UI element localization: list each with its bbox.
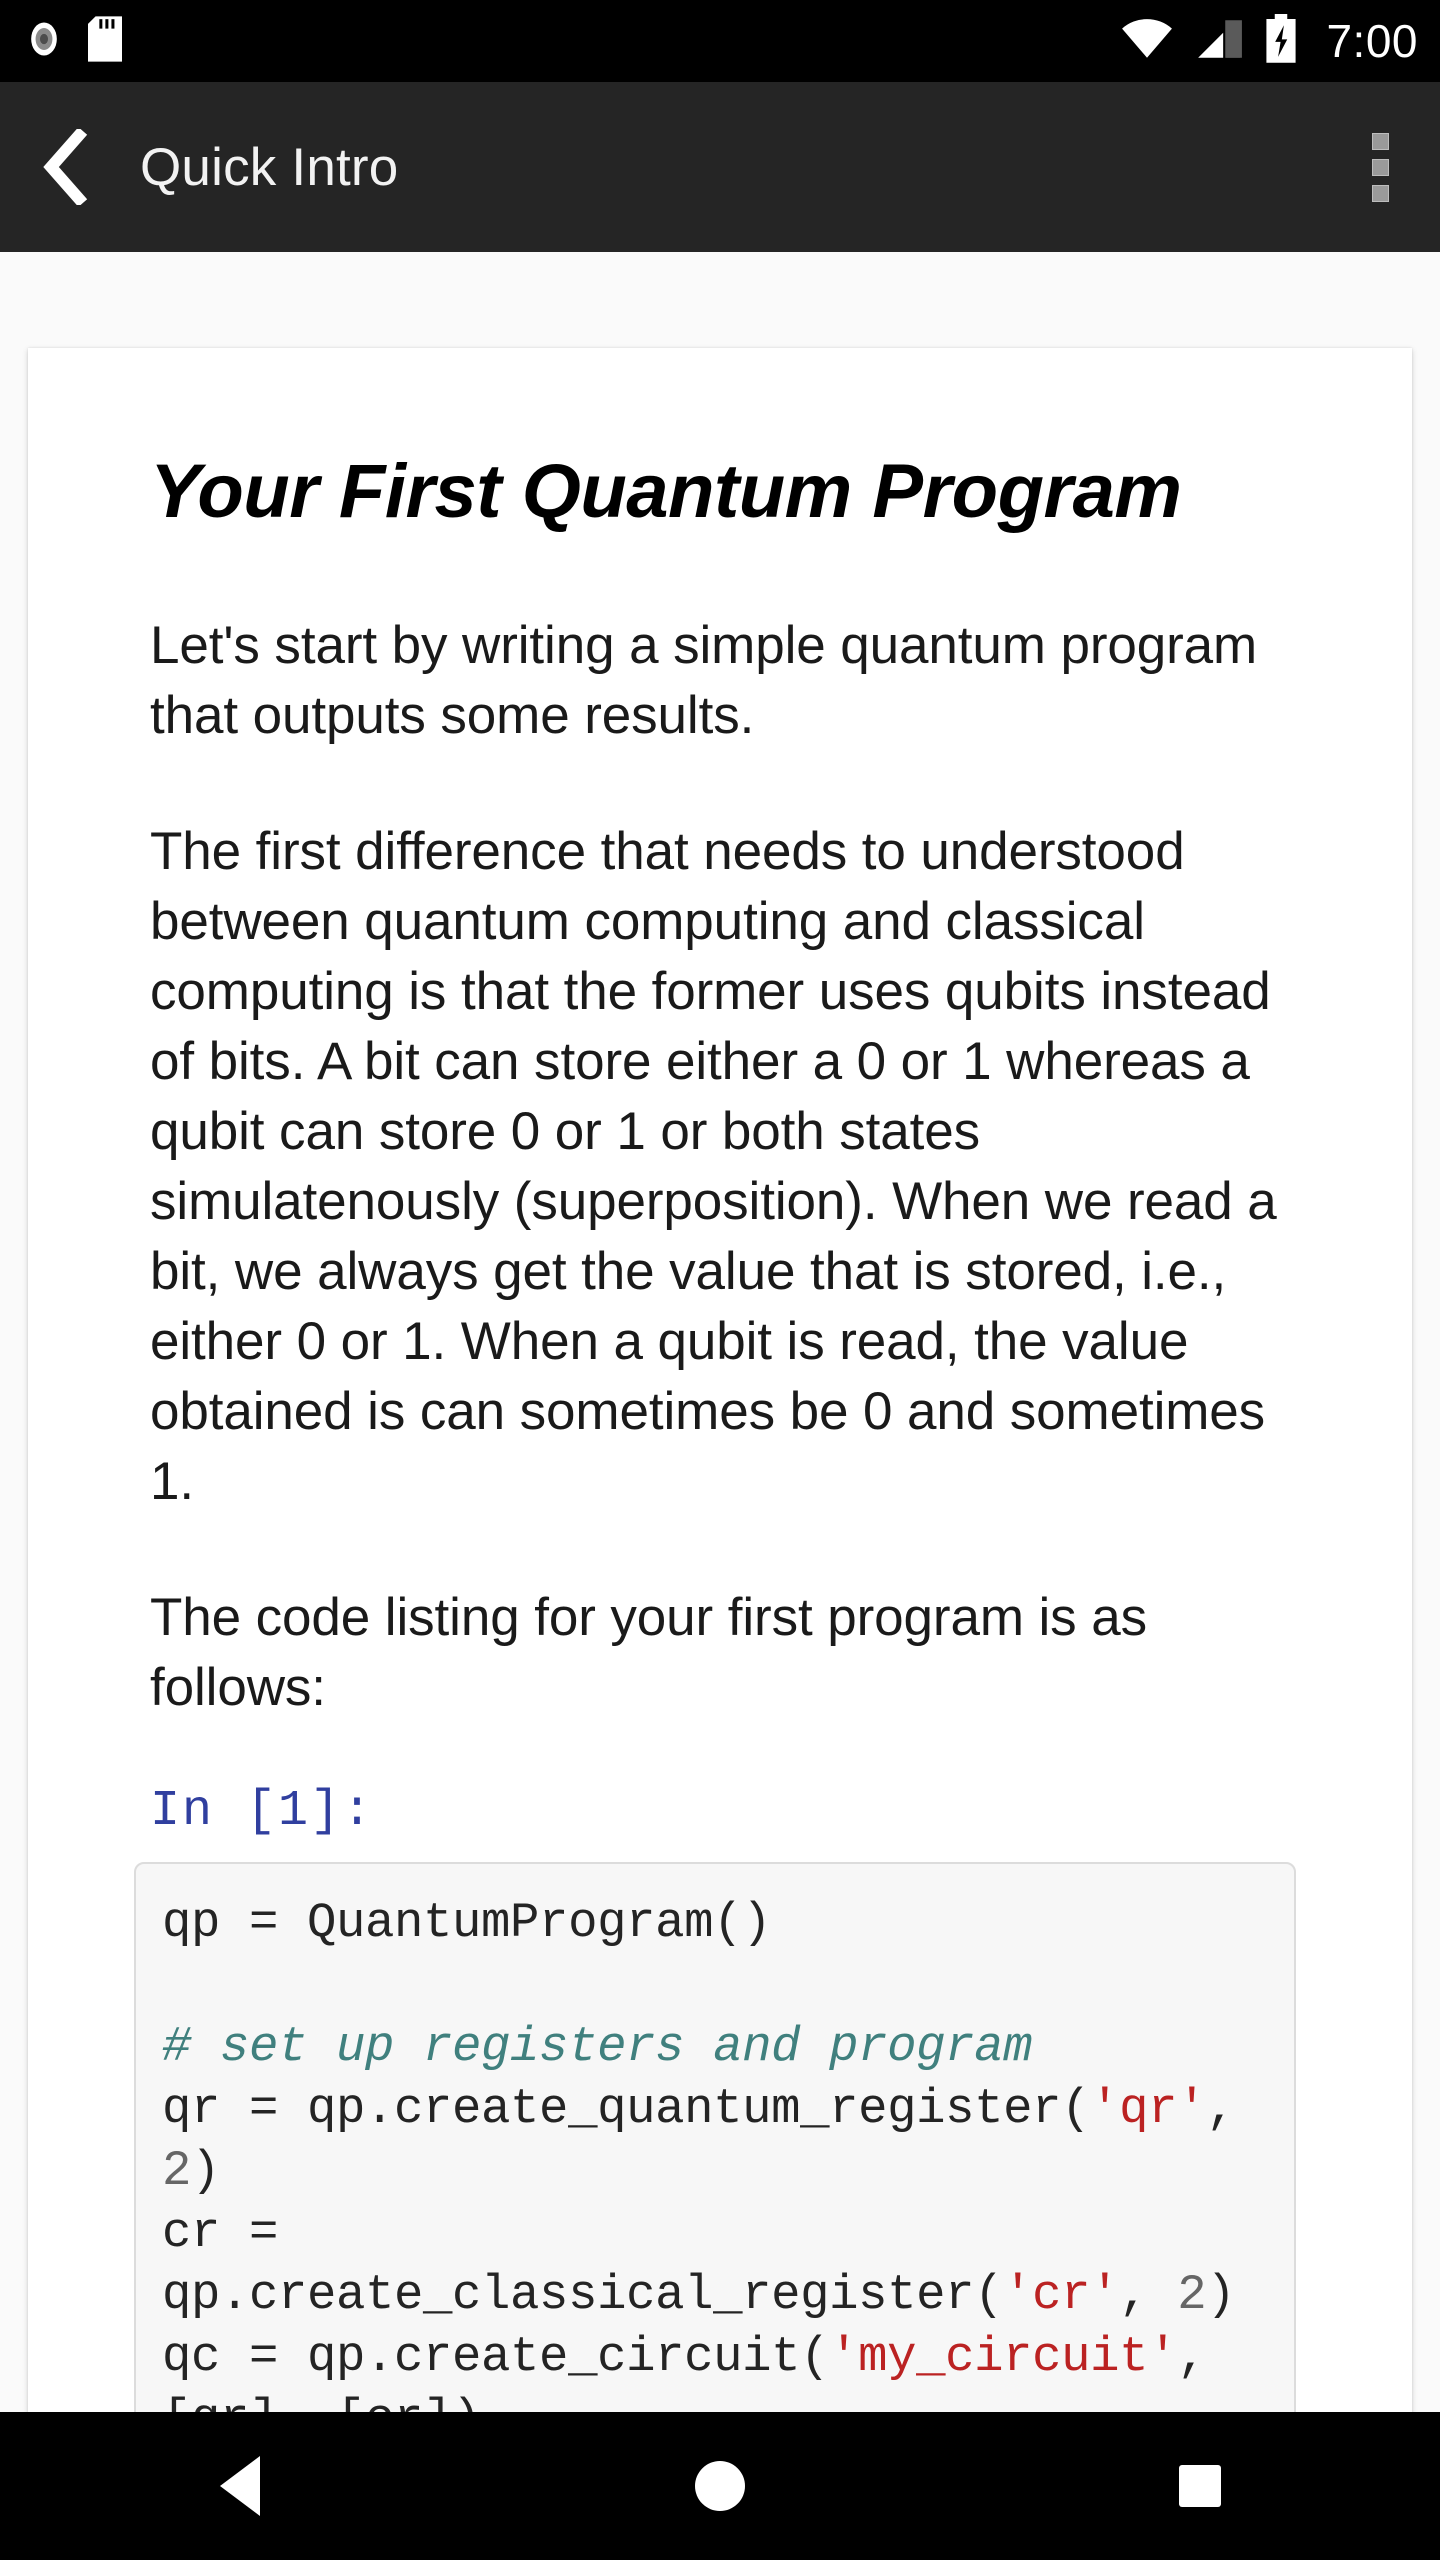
nav-recents-button[interactable] bbox=[1100, 2412, 1300, 2560]
camera-icon bbox=[22, 17, 66, 66]
code-token: ) bbox=[191, 2143, 221, 2199]
code-token: 'cr' bbox=[1003, 2267, 1120, 2323]
code-token: ) bbox=[1206, 2267, 1236, 2323]
code-token: 2 bbox=[162, 2143, 192, 2199]
code-token: qc = qp.create_circuit( bbox=[162, 2329, 830, 2385]
code-token: , bbox=[1206, 2081, 1265, 2137]
code-listing-lead-in: The code listing for your first program … bbox=[150, 1588, 1147, 1717]
lesson-card: Your First Quantum Program Let's start b… bbox=[28, 348, 1412, 2412]
nav-home-button[interactable] bbox=[620, 2412, 820, 2560]
intro-paragraph: Let's start by writing a simple quantum … bbox=[150, 616, 1258, 745]
battery-charging-icon bbox=[1264, 13, 1298, 69]
overflow-dot-icon bbox=[1371, 132, 1389, 150]
overflow-dot-icon bbox=[1371, 158, 1389, 176]
page-title: Quick Intro bbox=[140, 137, 399, 197]
wifi-icon bbox=[1120, 17, 1174, 66]
home-circle-icon bbox=[695, 2461, 745, 2511]
code-token: 2 bbox=[1177, 2267, 1207, 2323]
code-token: qp = QuantumProgram() bbox=[162, 1895, 772, 1951]
code-token: qr = qp.create_quantum_register( bbox=[162, 2081, 1091, 2137]
sd-card-icon bbox=[88, 15, 122, 67]
content-scroll-area[interactable]: Your First Quantum Program Let's start b… bbox=[0, 252, 1440, 2412]
code-token: 'qr' bbox=[1090, 2081, 1207, 2137]
overflow-dot-icon bbox=[1371, 184, 1389, 202]
code-token: , bbox=[1119, 2267, 1178, 2323]
status-bar-clock: 7:00 bbox=[1326, 15, 1418, 67]
action-bar: Quick Intro bbox=[0, 82, 1440, 252]
code-text: qp = QuantumProgram() # set up registers… bbox=[162, 1892, 1268, 2412]
status-bar-right-icons: 7:00 bbox=[1120, 13, 1418, 69]
back-chevron-icon bbox=[43, 129, 88, 205]
back-triangle-icon bbox=[220, 2456, 260, 2516]
back-button[interactable] bbox=[0, 82, 130, 252]
explanation-paragraph: The first difference that needs to under… bbox=[150, 822, 1277, 1511]
cell-input-prompt: In [1]: bbox=[150, 1783, 375, 1840]
doc-title: Your First Quantum Program bbox=[150, 449, 1182, 534]
nav-back-button[interactable] bbox=[140, 2412, 340, 2560]
status-bar: 7:00 bbox=[0, 0, 1440, 82]
code-token: # set up registers and program bbox=[162, 2019, 1033, 2075]
code-token: 'my_circuit' bbox=[829, 2329, 1178, 2385]
recents-square-icon bbox=[1179, 2465, 1221, 2507]
android-navigation-bar bbox=[0, 2412, 1440, 2560]
status-bar-left-icons bbox=[22, 15, 122, 67]
code-token: cr = qp.create_classical_register( bbox=[162, 2205, 1004, 2323]
phone-screen: 7:00 Quick Intro Your First Quantum Prog… bbox=[0, 0, 1440, 2560]
cellular-signal-icon bbox=[1194, 17, 1244, 66]
code-cell[interactable]: qp = QuantumProgram() # set up registers… bbox=[134, 1862, 1296, 2412]
overflow-menu-button[interactable] bbox=[1320, 82, 1440, 252]
